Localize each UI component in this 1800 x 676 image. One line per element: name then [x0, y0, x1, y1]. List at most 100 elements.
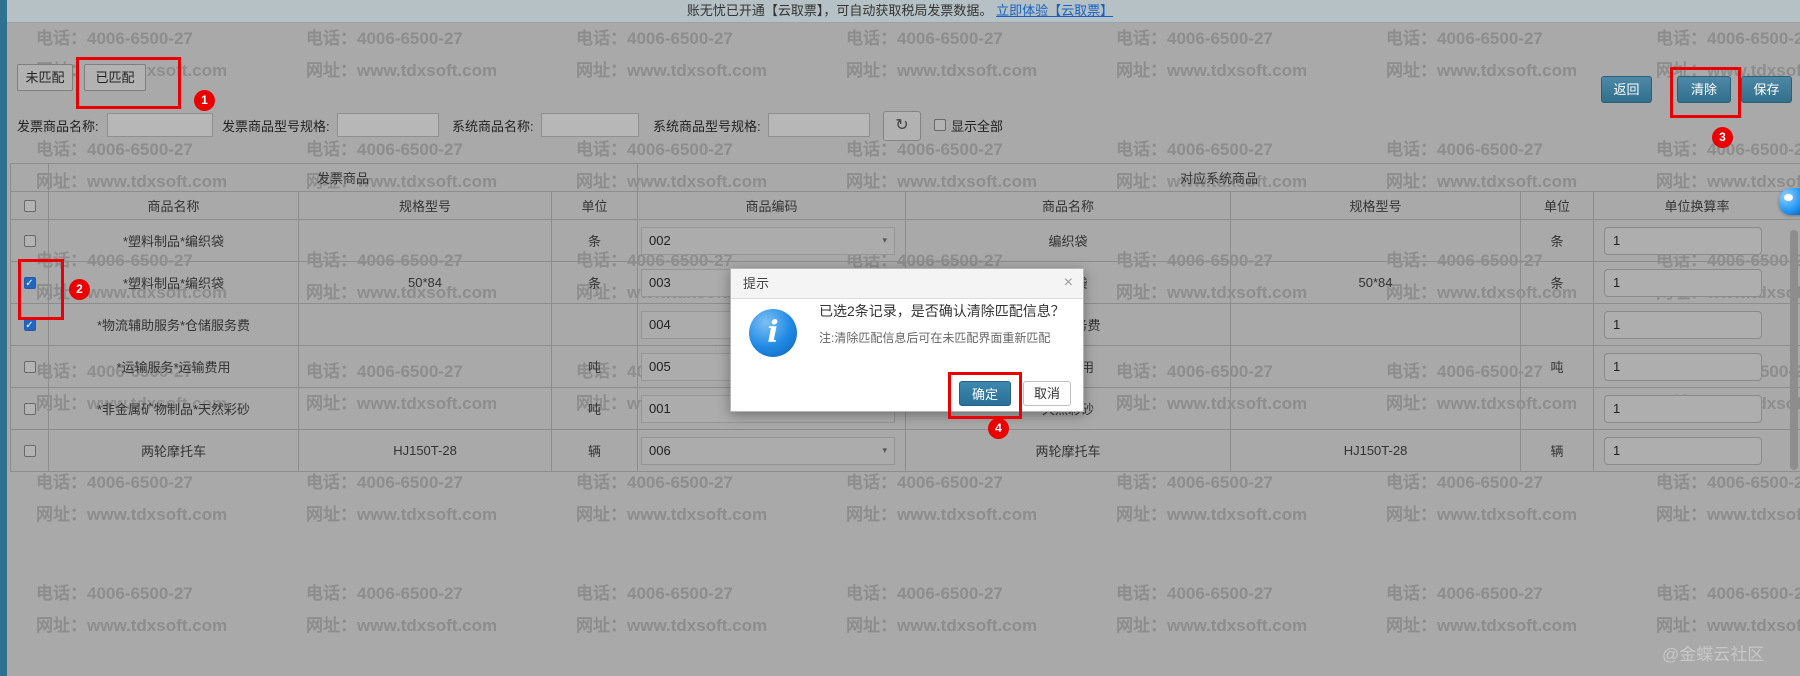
watermark-text: 电话：4006-6500-27: [306, 135, 463, 160]
dialog-confirm-button[interactable]: 确定: [959, 381, 1011, 406]
invoice-product-name: 两轮摩托车: [49, 430, 299, 472]
show-all-label: 显示全部: [951, 117, 1003, 137]
tab-matched[interactable]: 已匹配: [84, 64, 146, 91]
invoice-name-input[interactable]: [107, 113, 213, 137]
watermark-text: 电话：4006-6500-27: [36, 24, 193, 49]
invoice-product-unit: [552, 304, 638, 346]
system-product-spec: HJ150T-28: [1231, 430, 1521, 472]
refresh-icon[interactable]: ↻: [883, 111, 921, 141]
watermark-text: 网址：www.tdxsoft.com: [1656, 500, 1800, 525]
dialog-close-icon[interactable]: ×: [1064, 273, 1073, 293]
system-spec-label: 系统商品型号规格:: [653, 117, 761, 137]
clear-button[interactable]: 清除: [1677, 76, 1731, 103]
system-spec-input[interactable]: [768, 113, 870, 137]
invoice-product-spec: [299, 304, 552, 346]
top-banner: 账无忧已开通【云取票】，可自动获取税局发票数据。 立即体验【云取票】: [0, 0, 1800, 23]
dialog-title: 提示: [731, 269, 1083, 299]
col-header: 单位换算率: [1594, 192, 1800, 220]
back-button[interactable]: 返回: [1601, 76, 1652, 103]
col-header: 规格型号: [1231, 192, 1521, 220]
system-product-unit: 条: [1521, 220, 1594, 262]
floating-assistant-icon[interactable]: [1779, 188, 1800, 215]
invoice-product-unit: 辆: [552, 430, 638, 472]
system-product-unit: 条: [1521, 262, 1594, 304]
vertical-scrollbar[interactable]: [1790, 230, 1798, 470]
invoice-product-unit: 条: [552, 220, 638, 262]
unit-rate-input[interactable]: 1: [1604, 395, 1762, 423]
product-code-value: 005: [649, 359, 671, 374]
invoice-product-unit: 吨: [552, 388, 638, 430]
watermark-text: 电话：4006-6500-27: [846, 24, 1003, 49]
watermark-text: 网址：www.tdxsoft.com: [846, 56, 1037, 81]
invoice-product-name: *物流辅助服务*仓储服务费: [49, 304, 299, 346]
watermark-text: 电话：4006-6500-27: [306, 579, 463, 604]
col-header: 单位: [1521, 192, 1594, 220]
system-product-unit: [1521, 388, 1594, 430]
row-checkbox[interactable]: ✓: [24, 277, 36, 289]
row-checkbox-cell: ✓: [11, 262, 49, 304]
product-code-select[interactable]: 002▾: [641, 227, 895, 255]
select-all-cell: [11, 192, 49, 220]
unit-rate-input[interactable]: 1: [1604, 353, 1762, 381]
table-row: *塑料制品*编织袋条002▾编织袋条1: [11, 220, 1800, 262]
system-product-name: 两轮摩托车: [906, 430, 1231, 472]
info-icon: i: [749, 309, 797, 357]
banner-text: 账无忧已开通【云取票】，可自动获取税局发票数据。: [687, 3, 993, 18]
tab-unmatched[interactable]: 未匹配: [17, 64, 73, 91]
annotation-badge-2: 2: [69, 279, 90, 300]
system-name-input[interactable]: [541, 113, 639, 137]
watermark-text: 网址：www.tdxsoft.com: [576, 56, 767, 81]
product-code-value: 006: [649, 443, 671, 458]
system-product-unit: 吨: [1521, 346, 1594, 388]
invoice-spec-input[interactable]: [337, 113, 439, 137]
row-checkbox[interactable]: [24, 445, 36, 457]
header-empty-cell: [11, 164, 49, 192]
watermark-text: 电话：4006-6500-27: [1656, 579, 1800, 604]
confirm-dialog: 提示 × i 已选2条记录，是否确认清除匹配信息？ 注:清除匹配信息后可在未匹配…: [730, 268, 1084, 412]
row-checkbox-cell: [11, 220, 49, 262]
annotation-badge-3: 3: [1712, 127, 1733, 148]
product-code-cell: 006▾: [638, 430, 906, 472]
rate-cell: 1: [1594, 388, 1800, 430]
banner-link[interactable]: 立即体验【云取票】: [996, 3, 1113, 18]
rate-cell: 1: [1594, 304, 1800, 346]
annotation-badge-1: 1: [194, 90, 215, 111]
invoice-product-spec: [299, 388, 552, 430]
unit-rate-input[interactable]: 1: [1604, 311, 1762, 339]
dialog-cancel-button[interactable]: 取消: [1023, 381, 1071, 406]
invoice-product-unit: 吨: [552, 346, 638, 388]
unit-rate-input[interactable]: 1: [1604, 269, 1762, 297]
watermark-text: 电话：4006-6500-27: [36, 135, 193, 160]
unit-rate-input[interactable]: 1: [1604, 227, 1762, 255]
left-edge-strip: [0, 0, 7, 676]
system-name-label: 系统商品名称:: [452, 117, 534, 137]
product-code-value: 001: [649, 401, 671, 416]
group-header-system: 对应系统商品: [638, 164, 1800, 192]
watermark-text: 网址：www.tdxsoft.com: [1116, 611, 1307, 636]
watermark-text: 网址：www.tdxsoft.com: [1116, 56, 1307, 81]
select-all-checkbox[interactable]: [24, 200, 36, 212]
system-product-spec: 50*84: [1231, 262, 1521, 304]
unit-rate-input[interactable]: 1: [1604, 437, 1762, 465]
show-all-checkbox[interactable]: [934, 119, 946, 131]
watermark-text: 电话：4006-6500-27: [846, 135, 1003, 160]
product-code-select[interactable]: 006▾: [641, 437, 895, 465]
row-checkbox[interactable]: ✓: [24, 319, 36, 331]
save-button[interactable]: 保存: [1741, 76, 1792, 103]
row-checkbox[interactable]: [24, 361, 36, 373]
watermark-text: 网址：www.tdxsoft.com: [36, 500, 227, 525]
row-checkbox[interactable]: [24, 235, 36, 247]
watermark-text: 网址：www.tdxsoft.com: [846, 611, 1037, 636]
watermark-text: 网址：www.tdxsoft.com: [1386, 56, 1577, 81]
rate-cell: 1: [1594, 220, 1800, 262]
chevron-down-icon: ▾: [882, 235, 887, 246]
invoice-product-spec: HJ150T-28: [299, 430, 552, 472]
row-checkbox[interactable]: [24, 403, 36, 415]
invoice-name-label: 发票商品名称:: [17, 117, 99, 137]
watermark-text: 网址：www.tdxsoft.com: [1656, 611, 1800, 636]
community-watermark: @金蝶云社区: [1662, 640, 1764, 665]
watermark-text: 网址：www.tdxsoft.com: [306, 56, 497, 81]
watermark-text: 电话：4006-6500-27: [576, 135, 733, 160]
watermark-text: 电话：4006-6500-27: [1386, 24, 1543, 49]
watermark-text: 网址：www.tdxsoft.com: [306, 611, 497, 636]
